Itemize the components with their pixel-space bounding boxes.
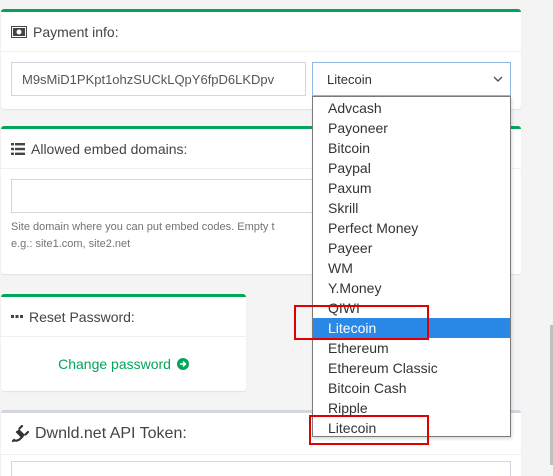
payment-address-input[interactable]: M9sMiD1PKpt1ohzSUCkLQpY6fpD6LKDpv xyxy=(11,62,306,96)
change-password-row: Change password xyxy=(1,337,246,391)
dropdown-option[interactable]: Skrill xyxy=(313,198,510,218)
change-password-label: Change password xyxy=(58,355,171,372)
list-icon xyxy=(11,142,25,155)
arrow-circle-right-icon xyxy=(176,357,189,373)
ellipsis-icon xyxy=(11,314,23,319)
chevron-down-icon xyxy=(492,73,504,85)
dropdown-option[interactable]: Payeer xyxy=(313,238,510,258)
reset-password-title: Reset Password: xyxy=(29,308,135,325)
api-token-title: Dwnld.net API Token: xyxy=(35,424,187,442)
dropdown-option[interactable]: Litecoin xyxy=(313,318,510,338)
dropdown-option[interactable]: Ethereum Classic xyxy=(313,358,510,378)
dropdown-option[interactable]: Advcash xyxy=(313,98,510,118)
embed-help-line2: e.g.: site1.com, site2.net xyxy=(11,238,131,250)
dropdown-option[interactable]: Y.Money xyxy=(313,278,510,298)
dropdown-option[interactable]: Bitcoin Cash xyxy=(313,378,510,398)
change-password-link[interactable]: Change password xyxy=(58,356,189,373)
dropdown-option[interactable]: Ripple xyxy=(313,398,510,418)
dropdown-option[interactable]: WM xyxy=(313,258,510,278)
dropdown-option[interactable]: Bitcoin xyxy=(313,138,510,158)
payment-method-dropdown: Advcash Payoneer Bitcoin Paypal Paxum Skrill P… xyxy=(312,96,511,437)
dropdown-option[interactable]: QIWI xyxy=(313,298,510,318)
dropdown-option[interactable]: Paxum xyxy=(313,178,510,198)
payment-info-header: Payment info: xyxy=(1,12,521,52)
reset-password-header: Reset Password: xyxy=(1,297,246,337)
dropdown-option[interactable]: Payoneer xyxy=(313,118,510,138)
payment-method-select[interactable]: Litecoin xyxy=(312,62,511,96)
reset-password-panel: Reset Password: Change password xyxy=(1,294,246,391)
dropdown-option[interactable]: Paypal xyxy=(313,158,510,178)
embed-help-line1: Site domain where you can put embed code… xyxy=(11,221,275,233)
payment-info-title: Payment info: xyxy=(33,23,119,40)
plug-icon xyxy=(11,424,29,443)
payment-method-value: Litecoin xyxy=(327,71,372,87)
payment-address-value: M9sMiD1PKpt1ohzSUCkLQpY6fpD6LKDpv xyxy=(22,71,275,87)
embed-domains-title: Allowed embed domains: xyxy=(31,140,188,157)
dropdown-option[interactable]: Litecoin xyxy=(313,418,510,438)
embed-domains-help: Site domain where you can put embed code… xyxy=(11,219,311,253)
money-icon xyxy=(11,25,27,38)
api-token-input[interactable] xyxy=(11,461,511,476)
dropdown-option[interactable]: Ethereum xyxy=(313,338,510,358)
embed-domains-input[interactable] xyxy=(11,179,321,213)
dropdown-option[interactable]: Perfect Money xyxy=(313,218,510,238)
